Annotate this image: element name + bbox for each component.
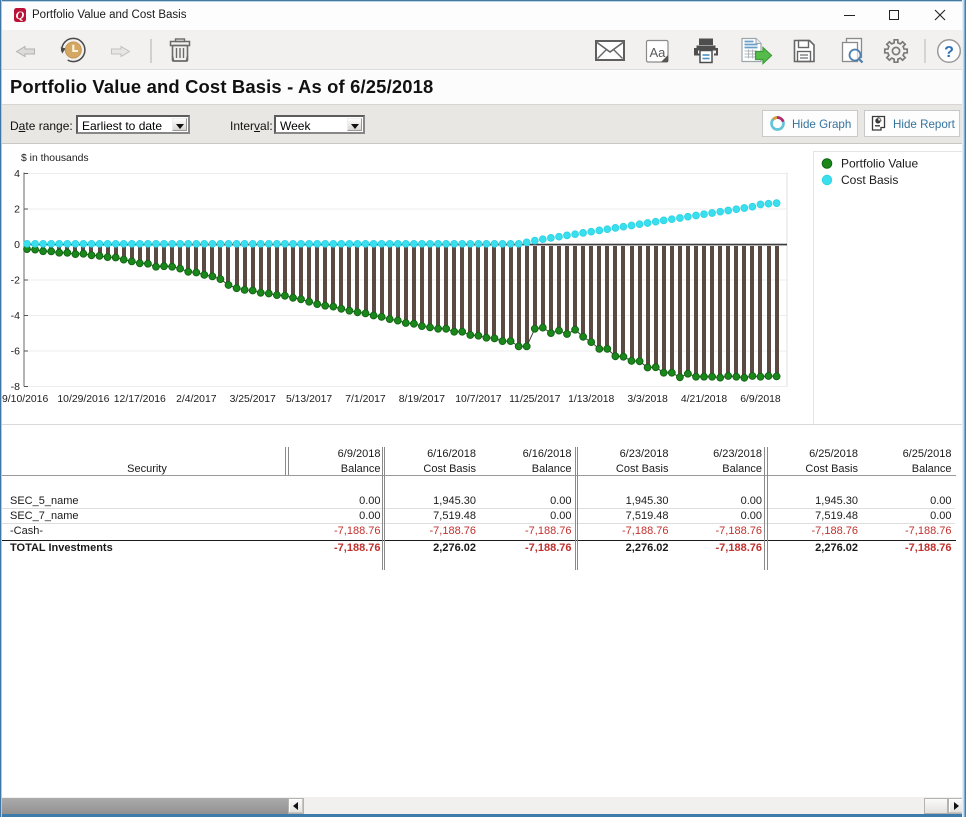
svg-text:-4: -4 — [11, 310, 20, 322]
svg-text:11/25/2017: 11/25/2017 — [509, 394, 560, 405]
svg-text:-8: -8 — [11, 381, 20, 393]
svg-text:4: 4 — [14, 168, 20, 180]
svg-text:6/9/2018: 6/9/2018 — [740, 394, 781, 405]
svg-text:10/7/2017: 10/7/2017 — [455, 394, 501, 405]
svg-text:12/17/2016: 12/17/2016 — [114, 394, 166, 405]
svg-text:2/4/2017: 2/4/2017 — [176, 394, 217, 405]
svg-text:5/13/2017: 5/13/2017 — [286, 394, 332, 405]
svg-text:10/29/2016: 10/29/2016 — [57, 394, 109, 405]
svg-text:Cost Basis: Cost Basis — [841, 173, 898, 187]
svg-text:$ in thousands: $ in thousands — [21, 153, 89, 164]
svg-text:Aa: Aa — [650, 45, 667, 60]
svg-text:0: 0 — [14, 239, 20, 251]
svg-text:?: ? — [944, 44, 954, 61]
svg-text:-6: -6 — [11, 346, 20, 358]
svg-text:Portfolio Value: Portfolio Value — [841, 157, 918, 171]
svg-text:9/10/2016: 9/10/2016 — [2, 394, 48, 405]
svg-text:2: 2 — [14, 204, 20, 216]
svg-text:3/25/2017: 3/25/2017 — [230, 394, 276, 405]
svg-text:3/3/2018: 3/3/2018 — [627, 394, 668, 405]
svg-text:4/21/2018: 4/21/2018 — [681, 394, 727, 405]
svg-text:-2: -2 — [11, 275, 20, 287]
svg-text:1/13/2018: 1/13/2018 — [568, 394, 614, 405]
svg-text:8/19/2017: 8/19/2017 — [399, 394, 445, 405]
svg-text:7/1/2017: 7/1/2017 — [345, 394, 386, 405]
